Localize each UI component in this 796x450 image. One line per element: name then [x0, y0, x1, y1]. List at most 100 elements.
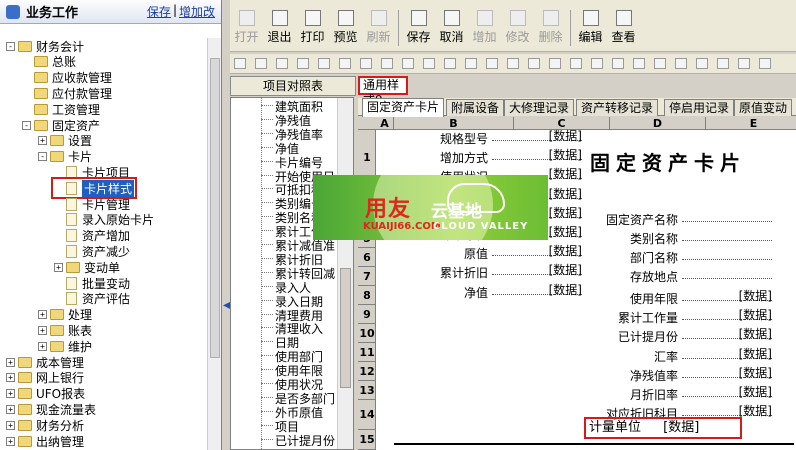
- format-tool-icon[interactable]: [423, 58, 435, 69]
- tree-node[interactable]: + 网上银行: [6, 370, 84, 386]
- tree-node[interactable]: 应收款管理: [22, 70, 112, 86]
- row-header[interactable]: 8: [358, 286, 376, 305]
- panel-splitter[interactable]: ◀: [222, 0, 231, 450]
- toolbar-button[interactable]: 打印: [296, 10, 329, 45]
- row-header[interactable]: 14: [358, 400, 376, 430]
- collapse-icon[interactable]: -: [6, 41, 15, 51]
- unit-field[interactable]: 计量单位 [数据]: [584, 417, 742, 439]
- tree-node[interactable]: 总账: [22, 54, 76, 70]
- format-tool-icon[interactable]: [696, 58, 708, 69]
- row-header[interactable]: 13: [358, 381, 376, 400]
- tab-1[interactable]: 附属设备: [446, 99, 505, 116]
- tree-node[interactable]: 卡片项目: [54, 164, 130, 180]
- format-tool-icon[interactable]: [549, 58, 561, 69]
- card-field-value[interactable]: [数据]: [682, 328, 772, 340]
- card-field-value[interactable]: [数据]: [682, 386, 772, 398]
- format-tool-icon[interactable]: [654, 58, 666, 69]
- tab-5[interactable]: 原值变动: [734, 99, 793, 116]
- save-link[interactable]: 保存: [147, 3, 171, 20]
- expand-icon[interactable]: +: [38, 341, 47, 351]
- toolbar-button[interactable]: 退出: [263, 10, 296, 45]
- card-field-value[interactable]: [682, 211, 772, 222]
- format-tool-icon[interactable]: [255, 58, 267, 69]
- card-field-value[interactable]: [数据]: [492, 284, 582, 296]
- row-header[interactable]: 15: [358, 430, 376, 450]
- card-field-value[interactable]: [数据]: [492, 130, 582, 142]
- format-tool-icon[interactable]: [759, 58, 771, 69]
- row-header[interactable]: 11: [358, 343, 376, 362]
- style-name-field[interactable]: 通用样式9: [358, 76, 408, 107]
- toolbar-button[interactable]: 保存: [402, 10, 435, 45]
- tab-3[interactable]: 资产转移记录: [576, 99, 659, 116]
- format-tool-icon[interactable]: [507, 58, 519, 69]
- format-tool-icon[interactable]: [675, 58, 687, 69]
- field-list-item[interactable]: 已计提月份: [275, 432, 335, 449]
- card-field-value[interactable]: [数据]: [492, 245, 582, 257]
- format-tool-icon[interactable]: [360, 58, 372, 69]
- expand-icon[interactable]: +: [6, 357, 15, 367]
- card-field-value[interactable]: [数据]: [682, 348, 772, 360]
- expand-icon[interactable]: +: [6, 420, 15, 430]
- tree-node[interactable]: + 设置: [38, 133, 92, 149]
- tab-4[interactable]: 停启用记录: [664, 99, 735, 116]
- toolbar-button[interactable]: 增加: [468, 10, 501, 45]
- card-field-value[interactable]: [682, 230, 772, 241]
- tree-node[interactable]: + 现金流量表: [6, 401, 96, 417]
- format-tool-icon[interactable]: [381, 58, 393, 69]
- toolbar-button[interactable]: 刷新: [362, 10, 395, 45]
- expand-icon[interactable]: +: [6, 373, 15, 383]
- tree-node[interactable]: 批量变动: [54, 275, 130, 291]
- tree-node[interactable]: - 卡片: [38, 149, 92, 165]
- card-field-value[interactable]: [数据]: [492, 264, 582, 276]
- format-tool-icon[interactable]: [276, 58, 288, 69]
- tree-node[interactable]: - 财务会计: [6, 38, 84, 54]
- field-list-scrollbar[interactable]: [337, 98, 353, 449]
- row-header[interactable]: 9: [358, 305, 376, 324]
- row-header[interactable]: 10: [358, 324, 376, 343]
- toolbar-button[interactable]: 取消: [435, 10, 468, 45]
- collapse-icon[interactable]: -: [22, 120, 31, 130]
- tree-node[interactable]: 卡片样式: [50, 177, 138, 200]
- tree-node[interactable]: 应付款管理: [22, 85, 112, 101]
- format-tool-icon[interactable]: [339, 58, 351, 69]
- card-field-value[interactable]: [数据]: [682, 367, 772, 379]
- format-tool-icon[interactable]: [738, 58, 750, 69]
- tree-node[interactable]: 资产评估: [54, 291, 130, 307]
- format-tool-icon[interactable]: [612, 58, 624, 69]
- expand-icon[interactable]: +: [6, 389, 15, 399]
- card-field-value[interactable]: [数据]: [682, 290, 772, 302]
- tree-scrollbar[interactable]: [207, 38, 221, 450]
- format-tool-icon[interactable]: [465, 58, 477, 69]
- toolbar-button[interactable]: 查看: [607, 10, 640, 45]
- toolbar-button[interactable]: 预览: [329, 10, 362, 45]
- card-field-value[interactable]: [数据]: [492, 149, 582, 161]
- tree-node[interactable]: 资产减少: [54, 243, 130, 259]
- column-header[interactable]: E: [706, 117, 796, 130]
- tree-node[interactable]: 录入原始卡片: [54, 212, 154, 228]
- expand-icon[interactable]: +: [6, 436, 15, 446]
- expand-icon[interactable]: +: [38, 310, 47, 320]
- toolbar-button[interactable]: 编辑: [574, 10, 607, 45]
- card-field-value[interactable]: [数据]: [682, 405, 772, 417]
- tree-node[interactable]: + 出纳管理: [6, 433, 84, 449]
- mapping-table-button[interactable]: 项目对照表: [230, 76, 356, 96]
- add-link[interactable]: 增加改: [179, 3, 215, 20]
- row-header[interactable]: 7: [358, 267, 376, 286]
- tree-node[interactable]: + 财务分析: [6, 417, 84, 433]
- format-tool-icon[interactable]: [402, 58, 414, 69]
- tree-node[interactable]: + 处理: [38, 307, 92, 323]
- tree-node[interactable]: 卡片管理: [54, 196, 130, 212]
- format-tool-icon[interactable]: [591, 58, 603, 69]
- expand-icon[interactable]: +: [38, 325, 47, 335]
- card-field-value[interactable]: [682, 268, 772, 279]
- tree-node[interactable]: 资产增加: [54, 228, 130, 244]
- toolbar-button[interactable]: 打开: [230, 10, 263, 45]
- tab-0[interactable]: 固定资产卡片: [362, 98, 445, 117]
- toolbar-button[interactable]: 删除: [534, 10, 567, 45]
- format-tool-icon[interactable]: [318, 58, 330, 69]
- format-tool-icon[interactable]: [297, 58, 309, 69]
- column-header[interactable]: D: [610, 117, 706, 130]
- format-tool-icon[interactable]: [633, 58, 645, 69]
- tree-node[interactable]: + 维护: [38, 338, 92, 354]
- tree-node[interactable]: + 成本管理: [6, 354, 84, 370]
